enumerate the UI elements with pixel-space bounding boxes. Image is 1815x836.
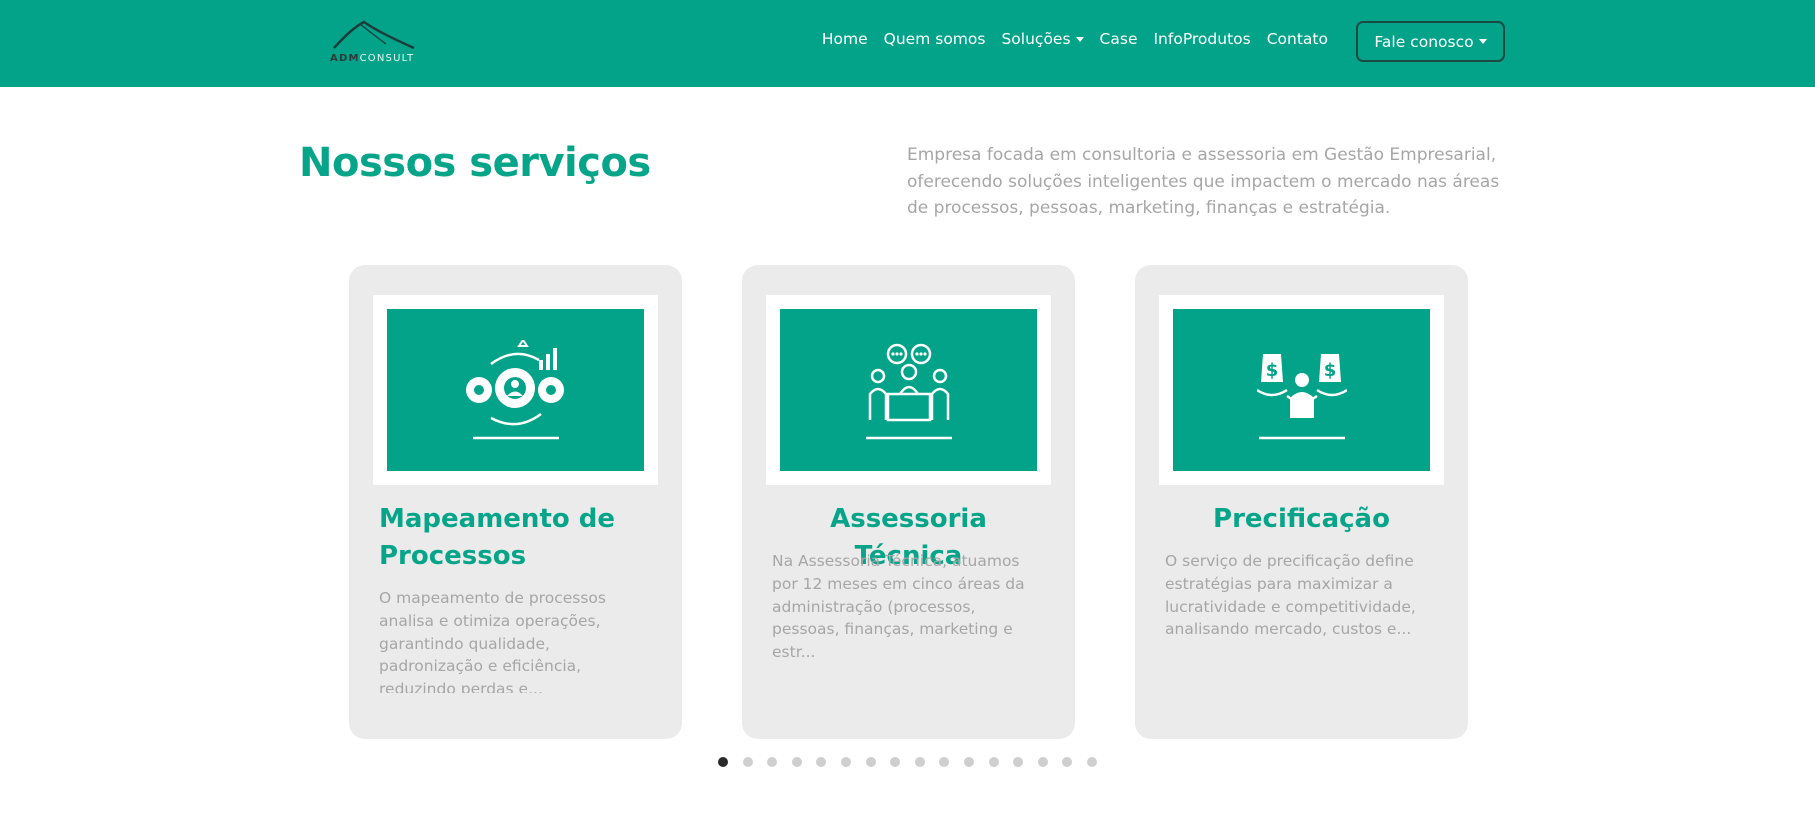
svg-text:$: $ <box>1265 360 1278 381</box>
section-title: Nossos serviços <box>299 140 651 186</box>
carousel-dot[interactable] <box>1062 757 1073 767</box>
card-image-frame <box>766 295 1051 485</box>
caret-down-icon <box>1478 39 1487 44</box>
card-image-frame <box>373 295 658 485</box>
carousel-dot[interactable] <box>1086 757 1097 767</box>
gears-process-icon <box>465 340 564 440</box>
card-title: Precificação <box>1213 504 1390 534</box>
service-card[interactable]: Assessoria Técnica Na Assessoria Técnica… <box>742 265 1075 739</box>
price-scale-icon: $ $ <box>1256 354 1347 440</box>
card-image <box>780 309 1037 471</box>
carousel-dot[interactable] <box>939 757 950 767</box>
carousel-dot[interactable] <box>718 757 728 767</box>
carousel-dot[interactable] <box>1013 757 1024 767</box>
carousel-dot[interactable] <box>840 757 851 767</box>
carousel-dot[interactable] <box>865 757 876 767</box>
carousel-pagination <box>718 757 1112 767</box>
mountain-logo-icon <box>333 20 415 50</box>
card-text: O mapeamento de processos analisa e otim… <box>379 589 606 693</box>
nav-quem-somos[interactable]: Quem somos <box>884 30 986 48</box>
carousel-dot[interactable] <box>890 757 901 767</box>
carousel-dot[interactable] <box>988 757 999 767</box>
carousel-dot[interactable] <box>1037 757 1048 767</box>
fale-conosco-button[interactable]: Fale conosco <box>1356 21 1505 62</box>
carousel-dot[interactable] <box>816 757 827 767</box>
carousel-dot[interactable] <box>767 757 778 767</box>
nav-contato[interactable]: Contato <box>1267 30 1328 48</box>
top-navbar: ADMCONSULT Home Quem somos Soluções Case… <box>0 0 1815 87</box>
nav-infoprodutos[interactable]: InfoProdutos <box>1153 30 1250 48</box>
carousel-dot[interactable] <box>742 757 753 767</box>
main-nav: Home Quem somos Soluções Case InfoProdut… <box>822 30 1328 48</box>
caret-down-icon <box>1075 37 1084 42</box>
card-image-frame: $ $ <box>1159 295 1444 485</box>
carousel-dot[interactable] <box>914 757 925 767</box>
nav-solucoes-dropdown[interactable]: Soluções <box>1001 30 1084 48</box>
section-description: Empresa focada em consultoria e assessor… <box>907 145 1500 218</box>
carousel-dot[interactable] <box>963 757 974 767</box>
card-text: O serviço de precificação define estraté… <box>1165 552 1416 639</box>
card-text: Na Assessoria Técnica, atuamos por 12 me… <box>772 552 1025 662</box>
service-card[interactable]: $ $ Precificação O serviço de precificaç… <box>1135 265 1468 739</box>
logo[interactable]: ADMCONSULT <box>330 18 416 68</box>
fale-conosco-label: Fale conosco <box>1374 32 1474 51</box>
nav-solucoes-label: Soluções <box>1001 30 1071 48</box>
nav-case[interactable]: Case <box>1100 30 1138 48</box>
carousel-dot[interactable] <box>791 757 802 767</box>
meeting-people-icon <box>865 343 952 440</box>
card-image: $ $ <box>1173 309 1430 471</box>
service-card[interactable]: Mapeamento de Processos O mapeamento de … <box>349 265 682 739</box>
nav-home[interactable]: Home <box>822 30 868 48</box>
svg-text:$: $ <box>1323 360 1336 381</box>
card-title: Mapeamento de Processos <box>379 504 616 571</box>
card-image <box>387 309 644 471</box>
logo-text: ADMCONSULT <box>330 53 415 64</box>
